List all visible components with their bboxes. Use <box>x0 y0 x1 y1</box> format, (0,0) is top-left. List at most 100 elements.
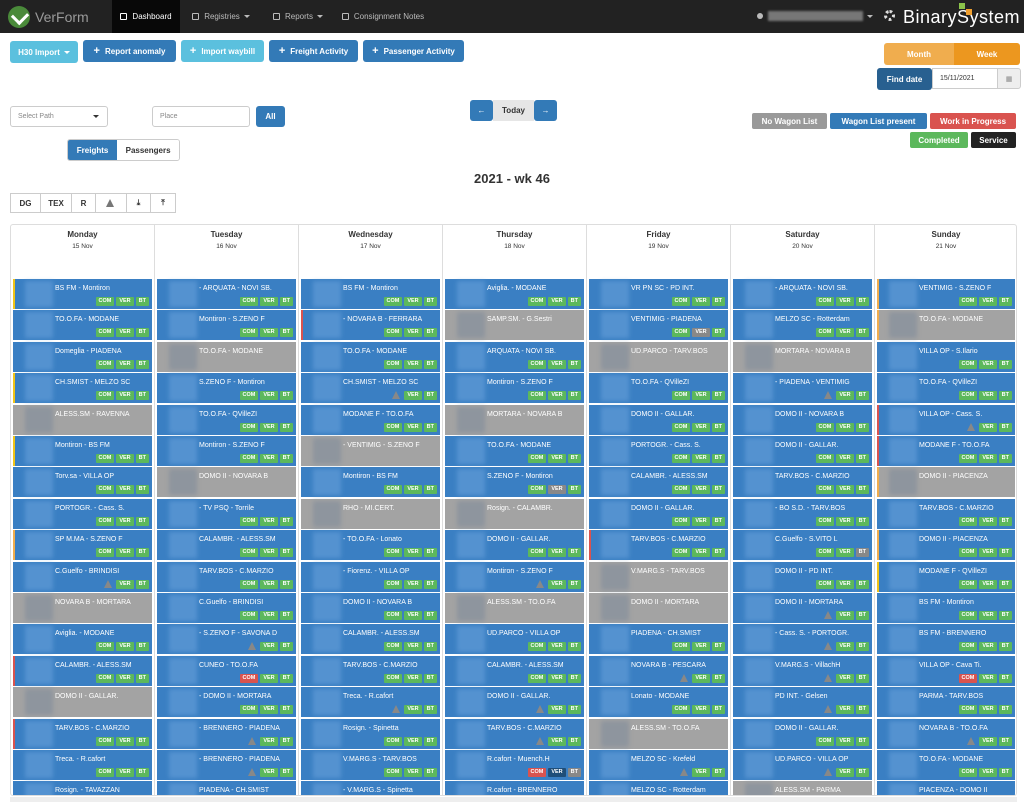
select-path-dropdown[interactable]: Select Path <box>10 106 108 127</box>
train-event[interactable]: Rosign. - TAVAZZANCOMVERBT <box>13 781 152 795</box>
train-event[interactable]: DOMO II - GALLAR. COM VER BT <box>733 436 872 467</box>
train-event[interactable]: - V.MARG.S - SpinettaVERBT <box>301 781 440 795</box>
train-event[interactable]: SAMP.SM. - G.Sestri <box>445 310 584 342</box>
train-event[interactable]: PARMA - TARV.BOS COM VER BT <box>877 687 1015 719</box>
train-event[interactable]: MORTARA - NOVARA B <box>445 404 584 436</box>
train-event[interactable]: Torv.sa - VILLA OP COM VER BT <box>13 467 152 499</box>
horizontal-scrollbar[interactable] <box>10 797 1017 802</box>
train-event[interactable]: TO.O.FA - MODANE COM VER BT <box>301 341 440 373</box>
train-event[interactable]: MELZO SC - Krefeld VER BT <box>589 750 728 781</box>
next-week-button[interactable]: → <box>534 100 557 121</box>
train-event[interactable]: VENTIMIG - S.ZENO F COM VER BT <box>877 279 1015 310</box>
train-event[interactable]: Montiron - BS FM COM VER BT <box>13 436 152 467</box>
passenger-activity-button[interactable]: + Passenger Activity <box>363 40 464 62</box>
passengers-toggle[interactable]: Passengers <box>117 140 179 160</box>
train-event[interactable]: UD.PARCO - TARV.BOS <box>589 341 728 373</box>
train-event[interactable]: ALESS.SM - RAVENNA <box>13 404 152 436</box>
warning-tool-button[interactable] <box>95 193 127 213</box>
train-event[interactable]: NOVARA B - MORTARA <box>13 593 152 624</box>
train-event[interactable]: - BO S.D. - TARV.BOS COM VER BT <box>733 498 872 530</box>
tex-tool-button[interactable]: TEX <box>40 193 72 213</box>
train-event[interactable]: CALAMBR. - ALESS.SM COM VER BT <box>301 624 440 656</box>
train-event[interactable]: NOVARA B - PESCARA VER BT <box>589 655 728 687</box>
train-event[interactable]: ALESS.SM - PARMA <box>733 781 872 795</box>
train-event[interactable]: CUNEO - TO.O.FA COM VER BT <box>157 655 296 687</box>
train-event[interactable]: Treca. - R.cafort COM VER BT <box>13 750 152 781</box>
train-event[interactable]: - BRENNERO - PIADENA VER BT <box>157 718 296 750</box>
calendar-icon[interactable]: ▦ <box>997 68 1021 89</box>
train-event[interactable]: Lonato - MODANE COM VER BT <box>589 687 728 719</box>
train-event[interactable]: MELZO SC - RotterdamVERBT <box>589 781 728 795</box>
import-waybill-button[interactable]: + Import waybill <box>181 40 264 62</box>
train-event[interactable]: DOMO II - PD INT. COM VER BT <box>733 561 872 593</box>
train-event[interactable]: PORTOGR. - Cass. S. COM VER BT <box>589 436 728 467</box>
train-event[interactable]: DOMO II - GALLAR. <box>13 687 152 719</box>
place-input[interactable]: Place <box>152 106 250 127</box>
train-event[interactable]: BS FM - BRENNERO COM VER BT <box>877 624 1015 656</box>
train-event[interactable]: RHO - MI.CERT. <box>301 498 440 530</box>
train-event[interactable]: UD.PARCO - VILLA OP VER BT <box>733 750 872 781</box>
train-event[interactable]: Montiron - BS FM COM VER BT <box>301 467 440 499</box>
train-event[interactable]: PIADENA - CH.SMISTVERBT <box>157 781 296 795</box>
train-event[interactable]: DOMO II - GALLAR. VER BT <box>445 687 584 719</box>
train-event[interactable]: MODANE F - QVilleZI COM VER BT <box>877 561 1015 593</box>
report-anomaly-button[interactable]: + Report anomaly <box>83 40 176 62</box>
train-event[interactable]: TARV.BOS - C.MARZIO COM VER BT <box>589 530 728 562</box>
train-event[interactable]: ARQUATA - NOVI SB. COM VER BT <box>445 341 584 373</box>
train-event[interactable]: BS FM - Montiron COM VER BT <box>301 279 440 310</box>
train-event[interactable]: DOMO II - GALLAR. COM VER BT <box>589 404 728 436</box>
train-event[interactable]: TO.O.FA - QVilleZI COM VER BT <box>589 373 728 405</box>
train-event[interactable]: MELZO SC - Rotterdam COM VER BT <box>733 310 872 342</box>
train-event[interactable]: VILLA OP - S.Ilario COM VER BT <box>877 341 1015 373</box>
train-event[interactable]: TO.O.FA - MODANE <box>877 310 1015 342</box>
train-event[interactable]: Rosign. - CALAMBR. <box>445 498 584 530</box>
train-event[interactable]: - ARQUATA - NOVI SB. COM VER BT <box>157 279 296 310</box>
train-event[interactable]: Montiron - S.ZENO F VER BT <box>445 561 584 593</box>
train-event[interactable]: S.ZENO F - Montiron COM VER BT <box>445 467 584 499</box>
train-event[interactable]: DOMO II - NOVARA B COM VER BT <box>301 593 440 624</box>
nav-item-reports[interactable]: Reports <box>264 0 332 33</box>
train-event[interactable]: - TV PSQ - Torrile COM VER BT <box>157 498 296 530</box>
train-event[interactable]: - VENTIMIG - S.ZENO F <box>301 436 440 467</box>
upload-button[interactable]: ⤒ <box>150 193 176 213</box>
train-event[interactable]: PD INT. - Gelsen VER BT <box>733 687 872 719</box>
download-button[interactable]: ⤓ <box>126 193 151 213</box>
train-event[interactable]: DOMO II - NOVARA B <box>157 467 296 499</box>
train-event[interactable]: Aviglia. - MODANE COM VER BT <box>13 624 152 656</box>
train-event[interactable]: ALESS.SM - TO.O.FA <box>589 718 728 750</box>
train-event[interactable]: TARV.BOS - C.MARZIO VER BT <box>445 718 584 750</box>
today-button[interactable]: Today <box>493 100 534 121</box>
train-event[interactable]: C.Guelfo - S.VITO L COM VER BT <box>733 530 872 562</box>
train-event[interactable]: V.MARG.S - TARV.BOS <box>589 561 728 593</box>
nav-item-dashboard[interactable]: Dashboard <box>112 0 180 33</box>
train-event[interactable]: TO.O.FA - MODANE COM VER BT <box>445 436 584 467</box>
train-event[interactable]: TO.O.FA - QVilleZI COM VER BT <box>157 404 296 436</box>
train-event[interactable]: TARV.BOS - C.MARZIO COM VER BT <box>13 718 152 750</box>
train-event[interactable]: MORTARA - NOVARA B <box>733 341 872 373</box>
train-event[interactable]: - TO.O.FA - Lonato COM VER BT <box>301 530 440 562</box>
train-event[interactable]: BS FM - Montiron COM VER BT <box>877 593 1015 624</box>
train-event[interactable]: - ARQUATA - NOVI SB. COM VER BT <box>733 279 872 310</box>
train-event[interactable]: R.cafort - Muench.H COM VER BT <box>445 750 584 781</box>
train-event[interactable]: - DOMO II - MORTARA COM VER BT <box>157 687 296 719</box>
train-event[interactable]: Aviglia. - MODANE COM VER BT <box>445 279 584 310</box>
train-event[interactable]: SP M.MA - S.ZENO F COM VER BT <box>13 530 152 562</box>
train-event[interactable]: Domeglia - PIADENA COM VER BT <box>13 341 152 373</box>
train-event[interactable]: PORTOGR. - Cass. S. COM VER BT <box>13 498 152 530</box>
train-event[interactable]: S.ZENO F - Montiron COM VER BT <box>157 373 296 405</box>
week-view-button[interactable]: Week <box>954 43 1020 65</box>
train-event[interactable]: DOMO II - PIACENZA <box>877 467 1015 499</box>
train-event[interactable]: MODANE F - TO.O.FA COM VER BT <box>301 404 440 436</box>
all-button[interactable]: All <box>256 106 285 127</box>
train-event[interactable]: TO.O.FA - MODANE COM VER BT <box>13 310 152 342</box>
train-event[interactable]: DOMO II - PIACENZA COM VER BT <box>877 530 1015 562</box>
train-event[interactable]: VILLA OP - Cava Ti. COM VER BT <box>877 655 1015 687</box>
train-event[interactable]: TO.O.FA - MODANE COM VER BT <box>877 750 1015 781</box>
train-event[interactable]: NOVARA B - TO.O.FA VER BT <box>877 718 1015 750</box>
freight-activity-button[interactable]: + Freight Activity <box>269 40 358 62</box>
nav-item-consignment-notes[interactable]: Consignment Notes <box>333 0 433 33</box>
train-event[interactable]: UD.PARCO - VILLA OP COM VER BT <box>445 624 584 656</box>
train-event[interactable]: PIACENZA - DOMO IICOMVERBT <box>877 781 1015 795</box>
train-event[interactable]: CALAMBR. - ALESS.SM COM VER BT <box>445 655 584 687</box>
train-event[interactable]: CH.SMIST - MELZO SC COM VER BT <box>13 373 152 405</box>
